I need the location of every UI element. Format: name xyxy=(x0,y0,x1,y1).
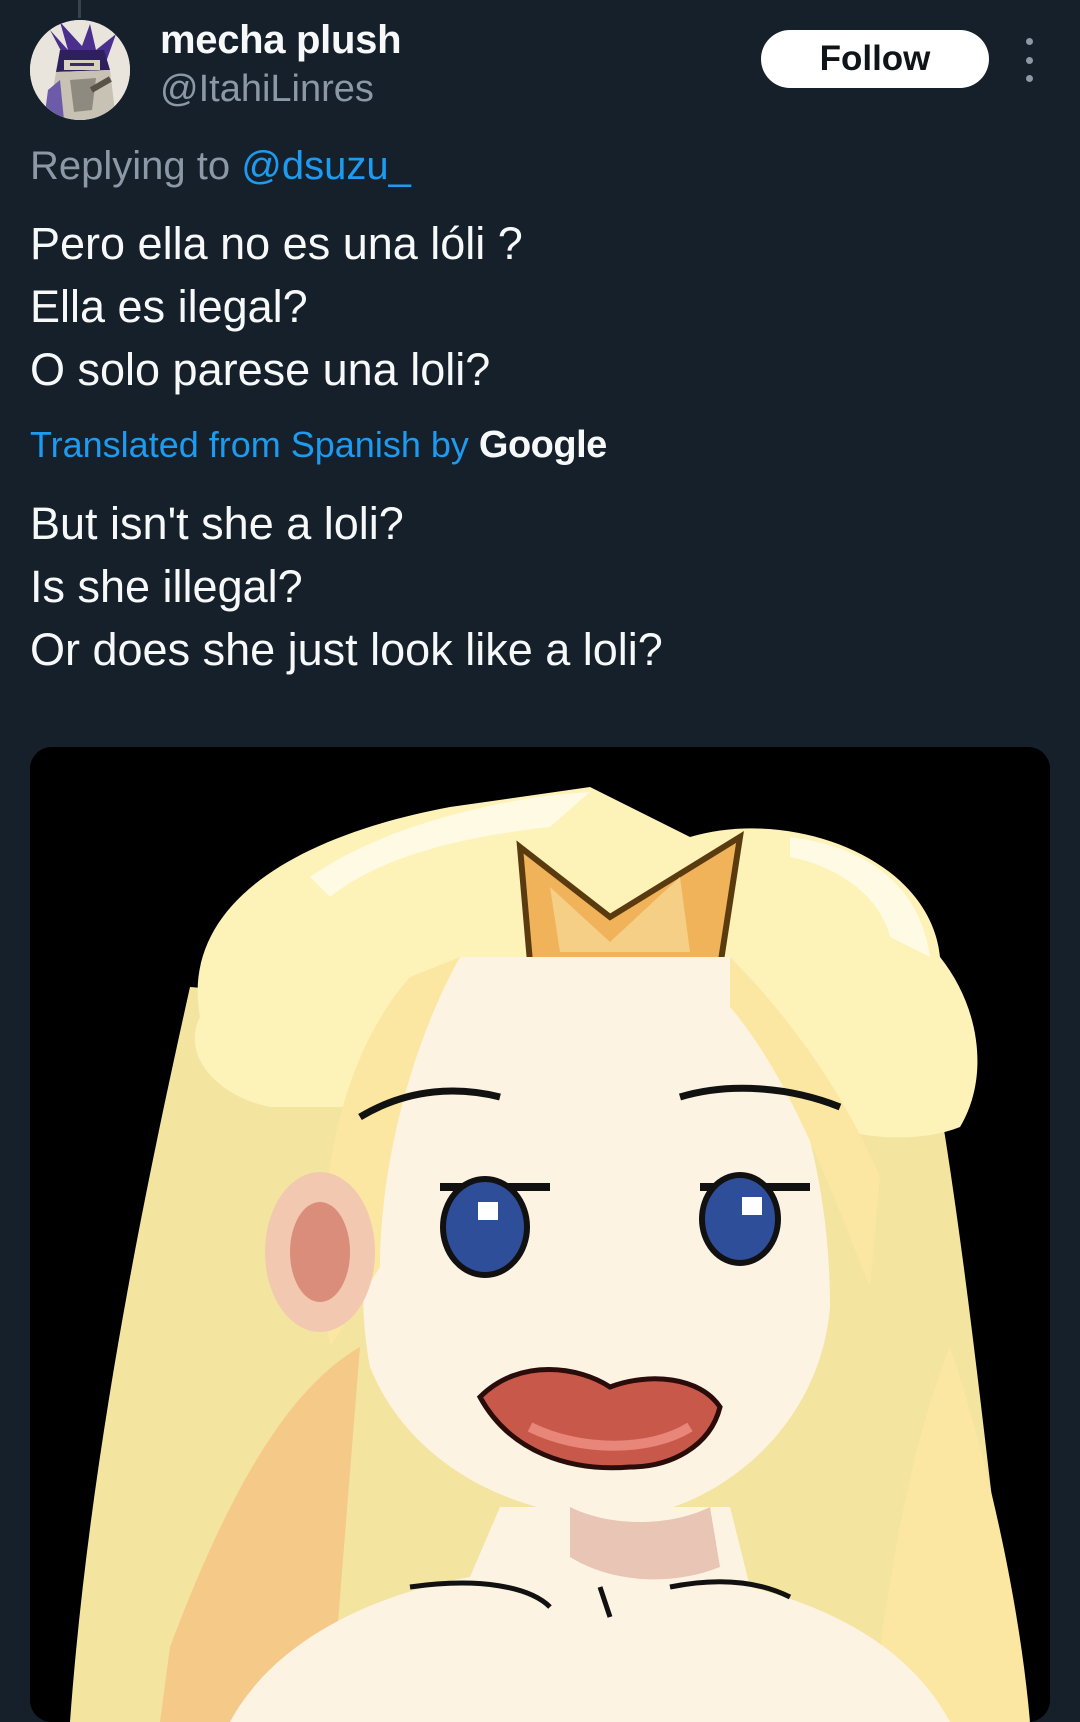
google-logo-text: Google xyxy=(478,424,607,466)
thread-connector-line xyxy=(78,0,81,18)
more-dot xyxy=(1025,56,1033,64)
attached-image[interactable] xyxy=(30,747,1050,1722)
more-vertical-icon[interactable] xyxy=(1016,38,1042,82)
author-handle[interactable]: @ItahiLinres xyxy=(160,68,374,111)
tweet-text-line: Pero ella no es una lóli ? xyxy=(30,218,523,269)
translated-text-line: Or does she just look like a loli? xyxy=(30,624,663,675)
replying-to-line: Replying to @dsuzu_ xyxy=(30,144,411,189)
more-dot xyxy=(1025,75,1033,82)
translation-note-label: Translated from Spanish by xyxy=(30,424,469,465)
tweet-text-line: O solo parese una loli? xyxy=(30,344,491,395)
translation-note-link[interactable]: Translated from Spanish by Google xyxy=(30,424,607,467)
avatar-image xyxy=(30,20,130,120)
princess-illustration xyxy=(30,747,1050,1722)
avatar[interactable] xyxy=(30,20,130,120)
replying-to-label: Replying to xyxy=(30,144,231,188)
more-dot xyxy=(1025,38,1033,45)
translated-text-line: But isn't she a loli? xyxy=(30,498,404,549)
tweet-text: Pero ella no es una lóli ? Ella es ilega… xyxy=(30,212,523,401)
tweet-text-line: Ella es ilegal? xyxy=(30,281,308,332)
reply-mention-link[interactable]: @dsuzu_ xyxy=(241,144,411,188)
follow-button[interactable]: Follow xyxy=(761,30,989,88)
translated-text: But isn't she a loli? Is she illegal? Or… xyxy=(30,492,663,681)
author-display-name[interactable]: mecha plush xyxy=(160,18,402,63)
translated-text-line: Is she illegal? xyxy=(30,561,303,612)
